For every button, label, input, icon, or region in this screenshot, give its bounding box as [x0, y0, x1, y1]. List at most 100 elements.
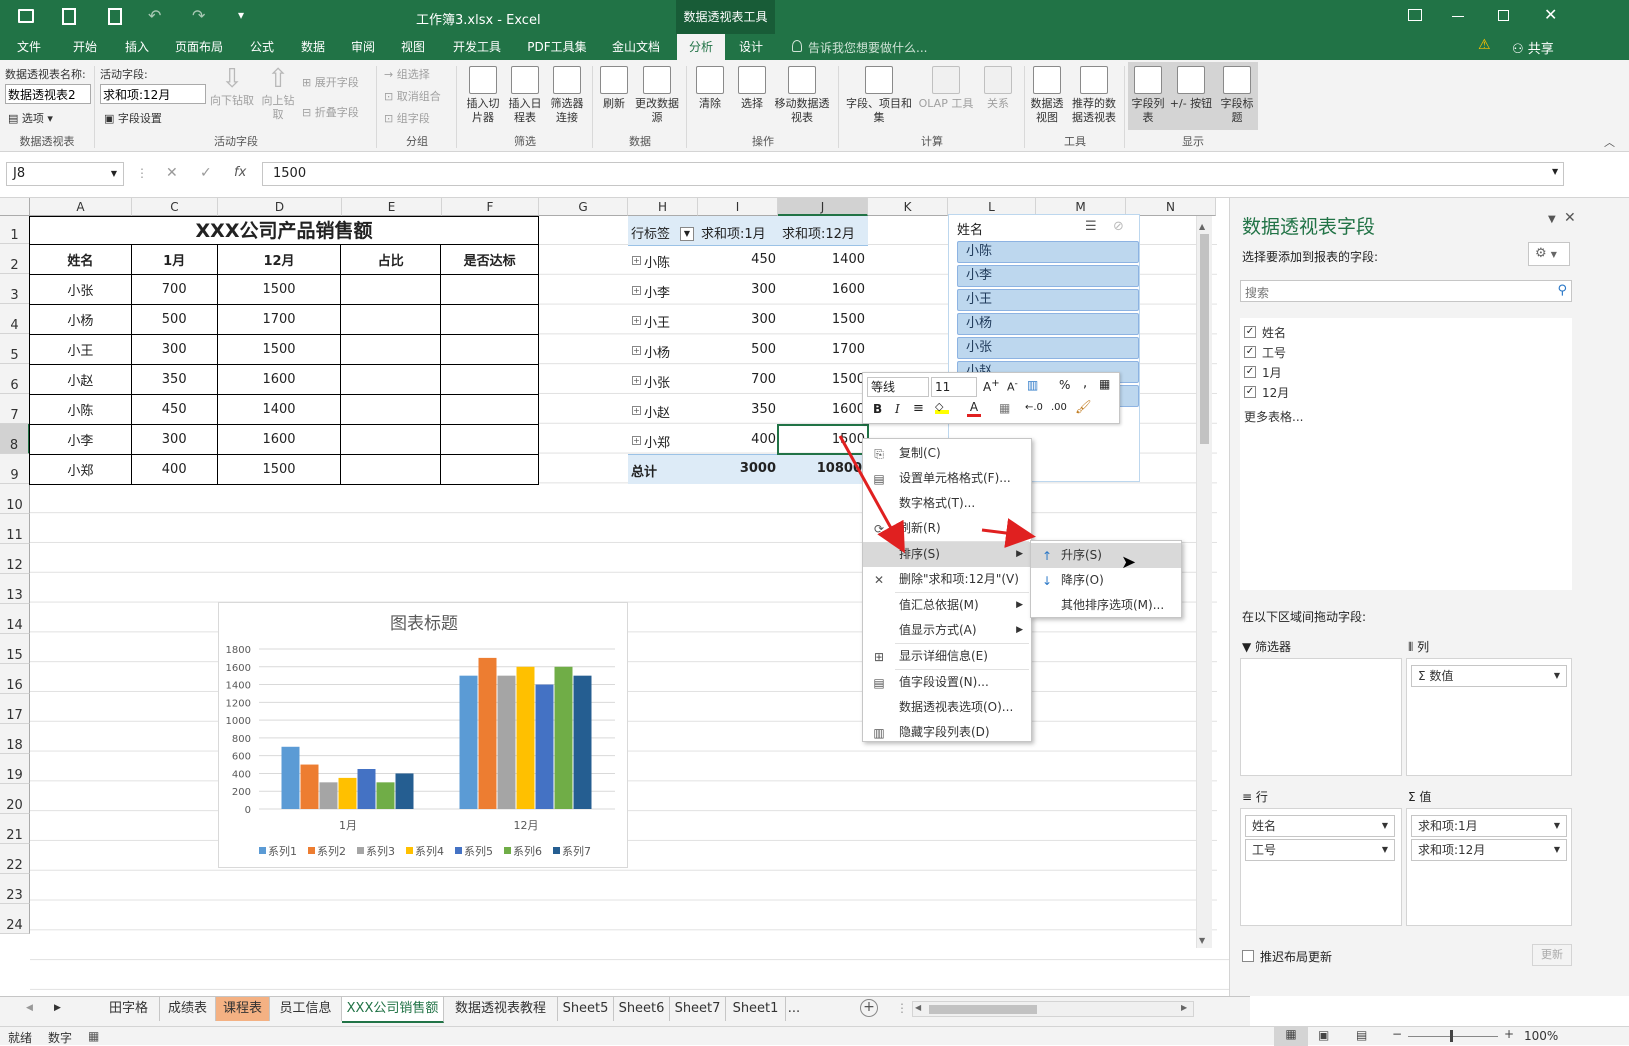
enter-icon[interactable]: ✓ [200, 165, 212, 181]
pivot-row-label[interactable]: 小李 [644, 282, 670, 301]
col-header[interactable]: I [698, 198, 778, 216]
align-center-icon[interactable]: ≡ [913, 401, 924, 416]
ungroup-button[interactable]: ⊡ 取消组合 [384, 88, 441, 104]
save-icon[interactable] [18, 9, 34, 23]
pivot-row-label[interactable]: 小陈 [644, 252, 670, 271]
table-cell[interactable]: 350 [130, 364, 218, 395]
row-header[interactable]: 10 [0, 484, 30, 514]
pivot-col-header[interactable]: 求和项:1月 [701, 223, 766, 242]
column-item-values[interactable]: Σ 数值 [1411, 665, 1567, 687]
context-menu-item[interactable]: ⊞ 显示详细信息(E) [863, 644, 1031, 669]
table-cell[interactable]: 小杨 [29, 304, 132, 335]
expand-field-button[interactable]: ⊞ 展开字段 [302, 74, 359, 90]
format-painter-icon[interactable]: 🖌 [1075, 400, 1092, 415]
pivot-value-jan[interactable]: 300 [700, 282, 776, 297]
tab-pdf[interactable]: PDF工具集 [520, 34, 594, 60]
zoom-slider[interactable] [1408, 1036, 1498, 1037]
row-header[interactable]: 2 [0, 244, 30, 274]
tab-formulas[interactable]: 公式 [240, 34, 284, 60]
row-item[interactable]: 工号 [1245, 839, 1395, 861]
row-header[interactable]: 7 [0, 394, 30, 424]
expand-icon[interactable]: + [632, 256, 641, 265]
rows-area[interactable]: 姓名 工号 [1240, 808, 1402, 926]
move-pivot-button[interactable]: 移动数据透视表 [774, 66, 830, 125]
active-field-input[interactable] [100, 84, 206, 104]
more-tables-link[interactable]: 更多表格... [1244, 408, 1303, 425]
update-button[interactable]: 更新 [1532, 944, 1572, 966]
header-cell[interactable]: 12月 [216, 244, 342, 275]
submenu-item[interactable]: 其他排序选项(M)... [1031, 593, 1181, 618]
pivot-value-dec[interactable]: 1600 [780, 282, 865, 297]
change-source-button[interactable]: 更改数据源 [634, 66, 680, 125]
table-cell[interactable]: 300 [130, 334, 218, 365]
pivot-value-jan[interactable]: 700 [700, 372, 776, 387]
multi-select-icon[interactable]: ☰ [1085, 219, 1097, 234]
h-scroll-thumb[interactable] [929, 1005, 1037, 1014]
field-checkbox[interactable]: ✓ [1244, 346, 1256, 358]
fields-items-sets-button[interactable]: 字段、项目和集 [842, 66, 916, 125]
insert-function-icon[interactable]: fx [234, 165, 246, 180]
plus-minus-button[interactable]: +/- 按钮 [1168, 66, 1214, 111]
submenu-item[interactable]: ↓ 降序(O) [1031, 568, 1181, 593]
pivot-value-dec[interactable]: 1500 [780, 372, 865, 387]
tab-page-layout[interactable]: 页面布局 [166, 34, 232, 60]
row-header[interactable]: 20 [0, 784, 30, 814]
col-header[interactable]: D [218, 198, 342, 216]
row-header[interactable]: 5 [0, 334, 30, 364]
expand-icon[interactable]: + [632, 376, 641, 385]
field-checkbox[interactable]: ✓ [1244, 326, 1256, 338]
name-box[interactable]: J8 ▼ [6, 162, 124, 186]
slicer-item[interactable]: 小张 [957, 337, 1139, 359]
submenu-item[interactable]: ↑ 升序(S) [1031, 543, 1181, 568]
pivotchart-button[interactable]: 数据透视图 [1026, 66, 1068, 125]
expand-icon[interactable]: + [632, 406, 641, 415]
sheet-tab[interactable]: Sheet1 [726, 997, 786, 1021]
table-cell[interactable] [340, 454, 442, 485]
field-search[interactable]: 搜索 ⚲ [1240, 280, 1572, 302]
pivot-value-jan[interactable]: 400 [700, 432, 776, 447]
table-cell[interactable] [340, 394, 442, 425]
search-icon[interactable]: ⚲ [1557, 283, 1567, 298]
expand-icon[interactable]: + [632, 436, 641, 445]
value-item[interactable]: 求和项:1月 [1411, 815, 1567, 837]
sheet-tab[interactable]: Sheet5 [558, 997, 614, 1021]
drill-down-button[interactable]: ⇩ 向下钻取 [206, 64, 258, 108]
table-cell[interactable]: 300 [130, 424, 218, 455]
table-cell[interactable]: 1600 [216, 424, 342, 455]
expand-formula-icon[interactable]: ▼ [1552, 167, 1558, 176]
warning-icon[interactable]: ⚠ [1478, 37, 1491, 53]
row-item[interactable]: 姓名 [1245, 815, 1395, 837]
slicer-item[interactable]: 小杨 [957, 313, 1139, 335]
context-menu-item[interactable]: 排序(S) ▶ [863, 542, 1031, 567]
expand-icon[interactable]: + [632, 286, 641, 295]
pivot-row-label[interactable]: 小王 [644, 312, 670, 331]
row-header[interactable]: 3 [0, 274, 30, 304]
pivot-row-label[interactable]: 小赵 [644, 402, 670, 421]
scroll-left-icon[interactable]: ◀ [915, 1003, 921, 1012]
pivot-total-jan[interactable]: 3000 [700, 461, 776, 476]
pivot-value-jan[interactable]: 300 [700, 312, 776, 327]
sheet-tab[interactable]: 田字格 [98, 997, 160, 1021]
row-header[interactable]: 22 [0, 844, 30, 874]
sheet-tab[interactable]: 员工信息 [270, 997, 342, 1021]
row-header[interactable]: 17 [0, 694, 30, 724]
field-settings-button[interactable]: ▣ 字段设置 [104, 110, 162, 126]
selected-cell-j8[interactable] [777, 424, 869, 455]
shrink-font-icon[interactable]: A- [1007, 378, 1018, 394]
pivot-row-label[interactable]: 小郑 [644, 432, 670, 451]
olap-tools-button[interactable]: OLAP 工具 [916, 66, 976, 111]
print-preview-icon[interactable] [62, 8, 76, 25]
prev-sheet-icon[interactable]: ◀ [26, 1003, 33, 1013]
table-cell[interactable]: 小郑 [29, 454, 132, 485]
italic-icon[interactable]: I [895, 402, 900, 416]
context-menu-item[interactable]: 数字格式(T)... [863, 491, 1031, 516]
tab-developer[interactable]: 开发工具 [446, 34, 508, 60]
grow-font-icon[interactable]: A+ [983, 378, 1000, 394]
context-menu-item[interactable]: ▥ 隐藏字段列表(D) [863, 720, 1031, 745]
scroll-up-icon[interactable]: ▲ [1199, 222, 1205, 231]
horizontal-scrollbar[interactable]: ◀ ▶ [912, 1001, 1194, 1017]
clear-button[interactable]: 清除 [692, 66, 728, 111]
table-cell[interactable]: 1500 [216, 454, 342, 485]
row-header[interactable]: 14 [0, 604, 30, 634]
select-all-corner[interactable] [0, 198, 30, 216]
